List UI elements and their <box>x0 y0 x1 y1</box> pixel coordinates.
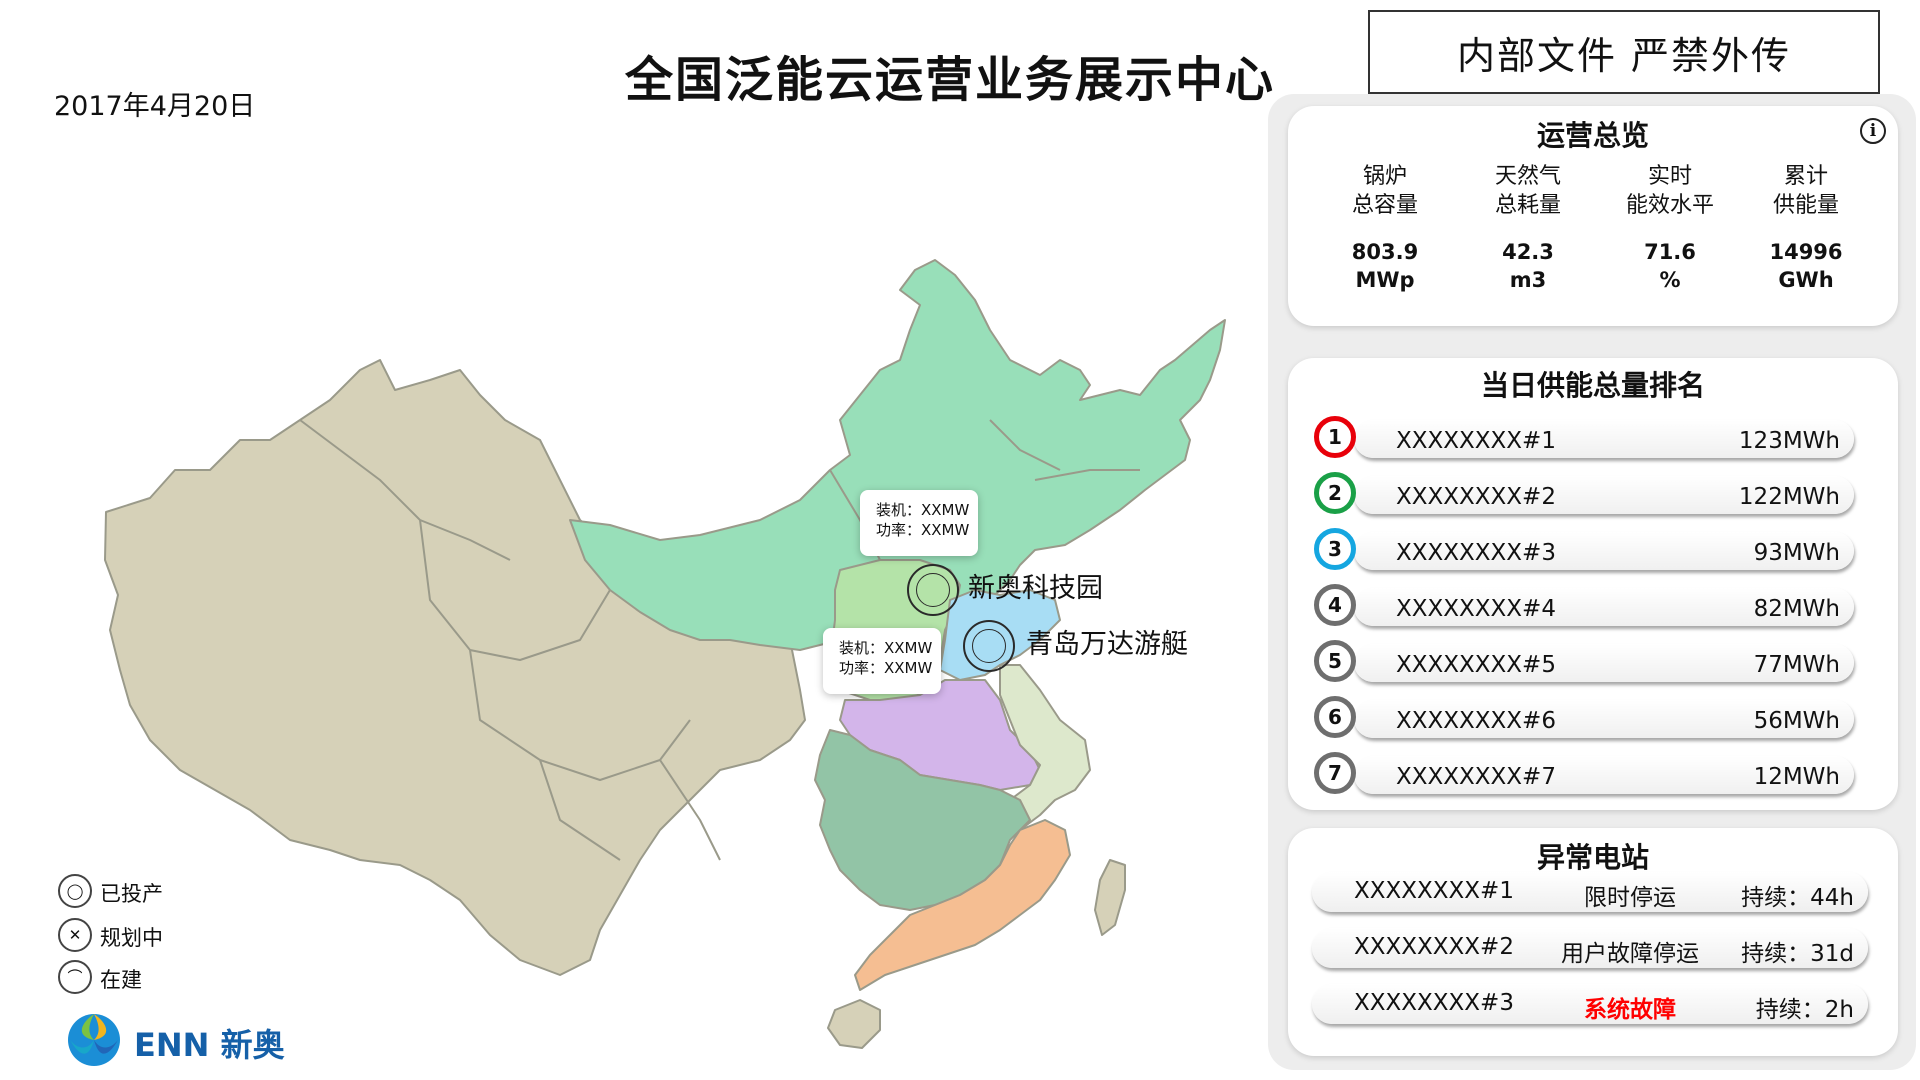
tooltip-capacity: 装机：XXMW <box>876 501 970 519</box>
metric-label: 实时 <box>1647 164 1692 189</box>
helmet-icon: ⌒ <box>58 960 92 994</box>
ranking-row[interactable]: XXXXXXXX#5 77MWh 5 <box>1314 640 1870 686</box>
station-tooltip: 装机：XXMW 功率：XXMW <box>860 490 978 556</box>
enn-logo: ENN 新奥 <box>64 1010 304 1070</box>
rank-badge: 5 <box>1314 640 1356 682</box>
station-value: 122MWh <box>1738 484 1840 510</box>
ranking-bar: XXXXXXXX#1 123MWh <box>1354 420 1854 458</box>
lightbulb-icon: ◯ <box>58 874 92 908</box>
ranking-row[interactable]: XXXXXXXX#1 123MWh 1 <box>1314 416 1870 462</box>
region-west <box>104 359 806 976</box>
station-name: XXXXXXXX#5 <box>1396 652 1556 678</box>
metric-value: 42.3 <box>1502 240 1554 264</box>
metric-unit: MWp <box>1355 268 1415 292</box>
abnormal-card: 异常电站 XXXXXXXX#1 限时停运 持续：44h XXXXXXXX#2 用… <box>1288 828 1898 1056</box>
station-name: XXXXXXXX#3 <box>1354 990 1514 1016</box>
metric-label: 天然气 <box>1494 164 1561 189</box>
station-name: XXXXXXXX#3 <box>1396 540 1556 566</box>
abnormal-row[interactable]: XXXXXXXX#1 限时停运 持续：44h <box>1312 872 1868 912</box>
lightbulb-icon[interactable] <box>907 564 959 616</box>
metric-label: 总耗量 <box>1494 193 1561 218</box>
ranking-title: 当日供能总量排名 <box>1480 369 1705 402</box>
station-name: XXXXXXXX#1 <box>1396 428 1556 454</box>
metric-boiler-capacity: 锅炉 总容量 803.9 MWp <box>1325 162 1445 294</box>
ranking-row[interactable]: XXXXXXXX#2 122MWh 2 <box>1314 472 1870 518</box>
metric-value: 71.6 <box>1644 240 1696 264</box>
info-icon[interactable]: i <box>1860 118 1886 144</box>
metric-label: 累计 <box>1783 164 1828 189</box>
page-title: 全国泛能云运营业务展示中心 <box>624 52 1275 108</box>
ranking-bar: XXXXXXXX#4 82MWh <box>1354 588 1854 626</box>
abnormal-title: 异常电站 <box>1536 841 1649 874</box>
station-value: 123MWh <box>1738 428 1840 454</box>
rank-badge: 6 <box>1314 696 1356 738</box>
overview-card: 运营总览 i 锅炉 总容量 803.9 MWp 天然气 总耗量 42.3 m3 … <box>1288 106 1898 326</box>
legend-label: 已投产 <box>100 882 163 906</box>
ranking-bar: XXXXXXXX#7 12MWh <box>1354 756 1854 794</box>
ranking-row[interactable]: XXXXXXXX#3 93MWh 3 <box>1314 528 1870 574</box>
metric-unit: m3 <box>1509 268 1547 292</box>
lightbulb-icon[interactable] <box>963 620 1015 672</box>
station-status: 用户故障停运 <box>1561 941 1699 967</box>
date-label: 2017年4月20日 <box>54 91 256 122</box>
rank-badge: 1 <box>1314 416 1356 458</box>
metric-unit: % <box>1659 268 1681 292</box>
tooltip-power: 功率：XXMW <box>876 521 970 539</box>
rank-badge: 3 <box>1314 528 1356 570</box>
ranking-bar: XXXXXXXX#6 56MWh <box>1354 700 1854 738</box>
station-name: XXXXXXXX#1 <box>1354 878 1514 904</box>
legend-label: 在建 <box>100 968 142 992</box>
rank-badge: 4 <box>1314 584 1356 626</box>
legend-label: 规划中 <box>100 926 163 950</box>
logo-text: ENN 新奥 <box>134 1026 285 1064</box>
station-duration: 持续：44h <box>1741 885 1854 911</box>
station-status: 限时停运 <box>1584 885 1676 911</box>
station-duration: 持续：31d <box>1741 941 1854 967</box>
metric-value: 803.9 <box>1351 240 1419 264</box>
station-value: 93MWh <box>1753 540 1840 566</box>
station-value: 77MWh <box>1753 652 1840 678</box>
rank-badge: 2 <box>1314 472 1356 514</box>
station-label[interactable]: 新奥科技园 <box>968 566 1103 605</box>
station-value: 56MWh <box>1753 708 1840 734</box>
station-name: XXXXXXXX#2 <box>1396 484 1556 510</box>
ranking-row[interactable]: XXXXXXXX#4 82MWh 4 <box>1314 584 1870 630</box>
logo-mark-icon <box>68 1014 120 1066</box>
station-value: 12MWh <box>1753 764 1840 790</box>
region-hainan <box>827 999 881 1049</box>
region-taiwan <box>1094 859 1126 936</box>
ranking-row[interactable]: XXXXXXXX#7 12MWh 7 <box>1314 752 1870 798</box>
metric-label: 总容量 <box>1351 193 1418 218</box>
confidential-banner: 内部文件 严禁外传 <box>1368 10 1880 94</box>
station-duration: 持续：2h <box>1755 997 1854 1023</box>
station-label[interactable]: 青岛万达游艇 <box>1026 622 1188 661</box>
station-tooltip: 装机：XXMW 功率：XXMW <box>823 628 941 694</box>
metric-label: 能效水平 <box>1625 193 1714 218</box>
metric-value: 14996 <box>1769 240 1843 264</box>
station-status: 系统故障 <box>1584 997 1676 1023</box>
ranking-bar: XXXXXXXX#5 77MWh <box>1354 644 1854 682</box>
station-name: XXXXXXXX#7 <box>1396 764 1556 790</box>
station-name: XXXXXXXX#4 <box>1396 596 1556 622</box>
metric-unit: GWh <box>1778 268 1834 292</box>
ranking-card: 当日供能总量排名 XXXXXXXX#1 123MWh 1 XXXXXXXX#2 … <box>1288 358 1898 810</box>
metric-energy-supply: 累计 供能量 14996 GWh <box>1746 162 1866 294</box>
metric-label: 供能量 <box>1772 193 1839 218</box>
tooltip-power: 功率：XXMW <box>839 659 933 677</box>
station-name: XXXXXXXX#6 <box>1396 708 1556 734</box>
ranking-bar: XXXXXXXX#2 122MWh <box>1354 476 1854 514</box>
metric-label: 锅炉 <box>1362 164 1407 189</box>
rank-badge: 7 <box>1314 752 1356 794</box>
overview-title: 运营总览 <box>1536 119 1649 152</box>
abnormal-row[interactable]: XXXXXXXX#3 系统故障 持续：2h <box>1312 984 1868 1024</box>
station-name: XXXXXXXX#2 <box>1354 934 1514 960</box>
plan-icon: ✕ <box>58 918 92 952</box>
station-value: 82MWh <box>1753 596 1840 622</box>
metric-efficiency: 实时 能效水平 71.6 % <box>1610 162 1730 294</box>
tooltip-capacity: 装机：XXMW <box>839 639 933 657</box>
ranking-row[interactable]: XXXXXXXX#6 56MWh 6 <box>1314 696 1870 742</box>
ranking-bar: XXXXXXXX#3 93MWh <box>1354 532 1854 570</box>
abnormal-row[interactable]: XXXXXXXX#2 用户故障停运 持续：31d <box>1312 928 1868 968</box>
metric-gas-consumption: 天然气 总耗量 42.3 m3 <box>1468 162 1588 294</box>
